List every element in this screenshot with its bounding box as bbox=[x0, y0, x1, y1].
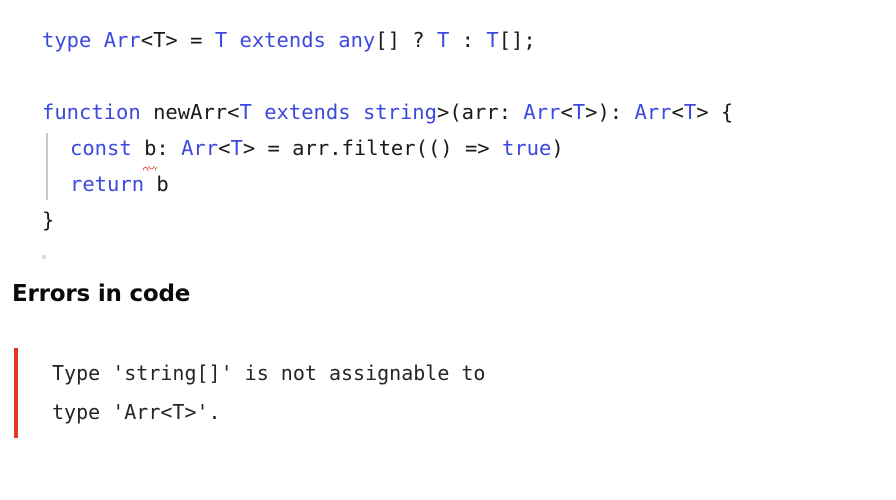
code-token: T bbox=[239, 100, 252, 124]
code-token: < bbox=[671, 100, 684, 124]
code-token: b bbox=[144, 172, 169, 196]
error-message-line: type 'Arr<T>'. bbox=[52, 400, 221, 424]
code-block[interactable]: type Arr<T> = T extends any[] ? T : T[];… bbox=[0, 0, 896, 259]
code-token: T bbox=[486, 28, 499, 52]
code-error-page: type Arr<T> = T extends any[] ? T : T[];… bbox=[0, 0, 896, 500]
code-token: const bbox=[70, 136, 132, 160]
code-token: newArr< bbox=[140, 100, 240, 124]
code-lines-container: type Arr<T> = T extends any[] ? T : T[];… bbox=[0, 22, 896, 238]
code-token: >(arr: bbox=[437, 100, 524, 124]
code-token: extends bbox=[264, 100, 351, 124]
code-token: T bbox=[230, 136, 243, 160]
code-line: return b bbox=[0, 166, 896, 202]
code-token: true bbox=[502, 136, 552, 160]
code-line: } bbox=[0, 202, 896, 238]
code-token: function bbox=[42, 100, 141, 124]
code-token: extends bbox=[239, 28, 326, 52]
code-token: [] ? bbox=[375, 28, 437, 52]
code-token: : bbox=[449, 28, 487, 52]
code-token: Arr bbox=[523, 100, 561, 124]
code-line: function newArr<T extends string>(arr: A… bbox=[0, 94, 896, 130]
code-token: < bbox=[560, 100, 573, 124]
code-token: T bbox=[683, 100, 697, 124]
code-token: T bbox=[437, 28, 450, 52]
code-token: > = arr.filter(() => bbox=[242, 136, 502, 160]
error-message-line: Type 'string[]' is not assignable to bbox=[52, 361, 486, 385]
code-token: []; bbox=[498, 28, 536, 52]
code-token-error: b bbox=[143, 130, 158, 171]
code-token: Arr bbox=[181, 136, 219, 160]
code-token: : bbox=[156, 136, 182, 160]
code-token: ) bbox=[551, 136, 564, 160]
code-token: > { bbox=[696, 100, 734, 124]
code-token: T bbox=[572, 100, 586, 124]
error-callout: Type 'string[]' is not assignable to type… bbox=[14, 348, 714, 438]
code-token: >): bbox=[585, 100, 635, 124]
code-token: return bbox=[70, 172, 145, 196]
code-token: T bbox=[214, 28, 228, 52]
code-token: type bbox=[42, 28, 92, 52]
errors-section-heading: Errors in code bbox=[12, 281, 191, 307]
indent-guide-dot bbox=[42, 255, 46, 259]
code-token: Arr bbox=[634, 100, 672, 124]
code-token: < bbox=[218, 136, 231, 160]
code-token: string bbox=[362, 100, 437, 124]
error-message-container: Type 'string[]' is not assignable to type… bbox=[52, 354, 714, 432]
code-line: type Arr<T> = T extends any[] ? T : T[]; bbox=[0, 22, 896, 58]
code-token: } bbox=[42, 208, 55, 232]
code-token: any bbox=[338, 28, 376, 52]
code-line: const b: Arr<T> = arr.filter(() => true) bbox=[0, 130, 896, 171]
code-token: <T> = bbox=[140, 28, 215, 52]
code-token: Arr bbox=[103, 28, 141, 52]
